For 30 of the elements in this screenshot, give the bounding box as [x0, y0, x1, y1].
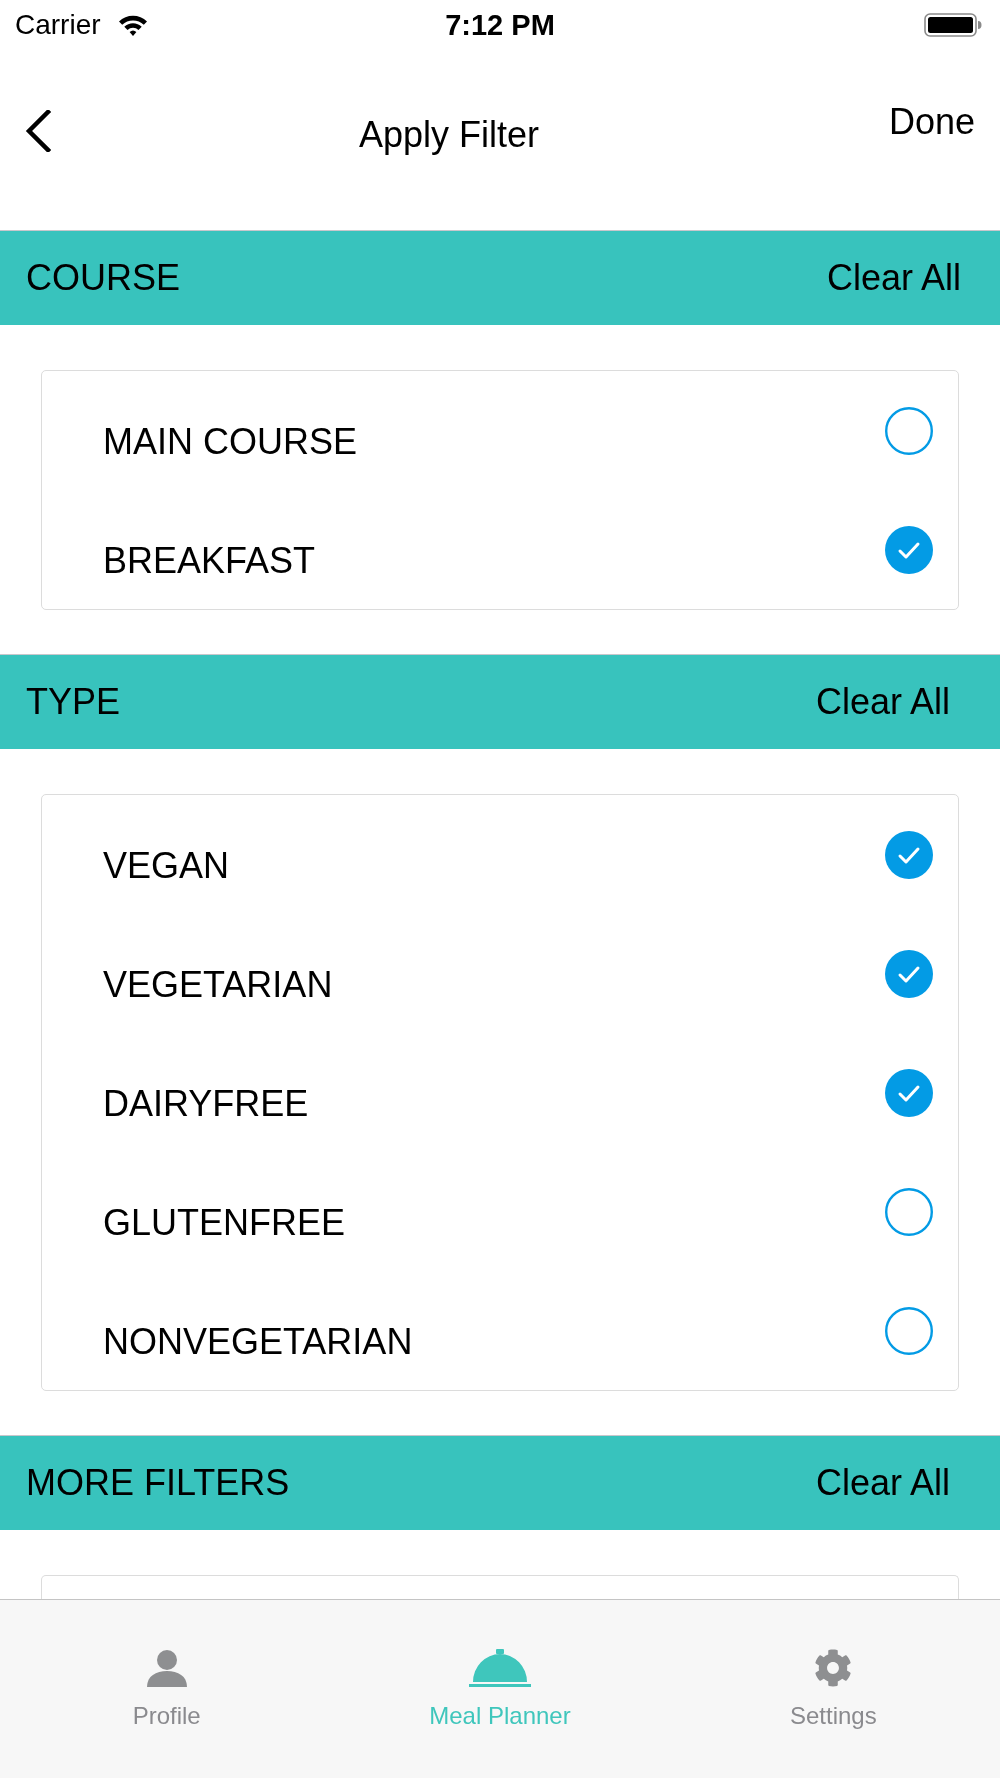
option-label: MAIN COURSE	[103, 420, 358, 463]
battery-icon	[924, 13, 982, 37]
checkbox[interactable]	[885, 1306, 933, 1355]
option-label: BREAKFAST	[103, 539, 316, 582]
done-button[interactable]: Done	[888, 101, 975, 143]
clear-all-button[interactable]: Clear All	[826, 257, 961, 299]
carrier-label: Carrier	[15, 9, 101, 41]
cloche-icon	[469, 1649, 531, 1687]
clear-all-button[interactable]: Clear All	[815, 681, 950, 723]
option-label: VEGETARIAN	[103, 963, 333, 1006]
section-title: COURSE	[26, 257, 181, 299]
section-title: TYPE	[26, 681, 121, 723]
clear-all-button[interactable]: Clear All	[815, 1462, 950, 1504]
option-label: NONVEGETARIAN	[103, 1320, 413, 1363]
option-label: VEGAN	[103, 844, 230, 887]
option-label: DAIRYFREE	[103, 1082, 309, 1125]
checkbox[interactable]	[885, 949, 933, 998]
checkbox[interactable]	[885, 830, 933, 879]
checkbox[interactable]	[885, 1187, 933, 1236]
back-icon[interactable]	[25, 110, 51, 152]
person-icon	[146, 1649, 187, 1687]
section-title: MORE FILTERS	[26, 1462, 290, 1504]
checkbox[interactable]	[885, 1068, 933, 1117]
checkbox[interactable]	[885, 525, 933, 574]
checkbox[interactable]	[885, 406, 933, 455]
option-label: GLUTENFREE	[103, 1201, 346, 1244]
gear-icon	[814, 1649, 853, 1687]
status-time: 7:12 PM	[445, 9, 555, 41]
wifi-icon	[117, 14, 148, 36]
screen-title: Apply Filter	[359, 114, 540, 156]
